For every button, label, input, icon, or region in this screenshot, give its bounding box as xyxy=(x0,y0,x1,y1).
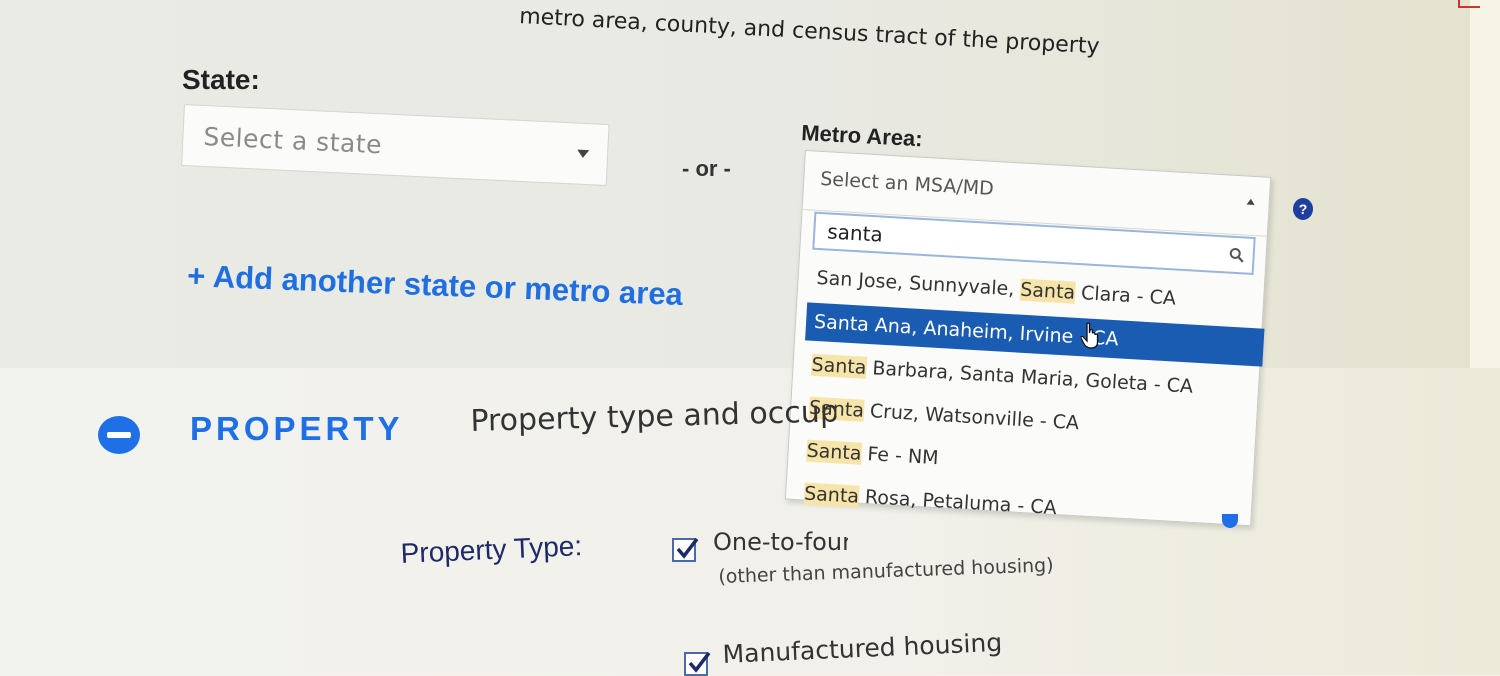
metro-option-text: Cruz, Watsonville - CA xyxy=(863,399,1080,435)
metro-option-text: Rosa, Petaluma - CA xyxy=(858,485,1058,520)
metro-area-select[interactable]: Select an MSA/MD San Jose, Sunnyvale, Sa… xyxy=(784,150,1272,527)
search-icon xyxy=(1229,247,1244,263)
metro-option-match: Santa xyxy=(813,310,870,336)
metro-option-match: Santa xyxy=(803,482,860,508)
metro-select-placeholder: Select an MSA/MD xyxy=(819,167,995,200)
state-select-placeholder: Select a state xyxy=(202,121,383,159)
metro-option-text: San Jose, Sunnyvale, xyxy=(816,266,1021,301)
metro-option-match: Santa xyxy=(1019,278,1076,304)
hand-cursor-icon xyxy=(1080,322,1099,349)
checkbox-manufactured-housing[interactable] xyxy=(684,651,711,676)
location-section xyxy=(0,0,1500,368)
metro-results-list: San Jose, Sunnyvale, Santa Clara - CA San… xyxy=(795,256,1265,541)
collapse-minus-icon[interactable] xyxy=(98,416,140,454)
metro-option-text: Clara - CA xyxy=(1074,281,1177,310)
property-section-title: PROPERTY xyxy=(190,410,404,447)
page-edge xyxy=(1470,0,1500,368)
state-label: State: xyxy=(182,64,260,95)
option-one-to-four-label: One-to-four xyxy=(713,528,848,556)
chevron-up-icon xyxy=(1246,198,1255,205)
or-separator: - or - xyxy=(682,156,731,181)
metro-option-match: Santa xyxy=(811,353,868,379)
chevron-down-icon xyxy=(576,149,590,159)
checkbox-checked-icon xyxy=(676,537,699,559)
help-icon[interactable]: ? xyxy=(1293,198,1313,220)
metro-option-match: Santa xyxy=(806,439,863,465)
checkbox-checked-icon xyxy=(688,651,711,673)
metro-option-text: Barbara, Santa Maria, Goleta - CA xyxy=(865,356,1194,398)
checkbox-one-to-four[interactable] xyxy=(672,537,699,562)
window-corner xyxy=(1458,0,1480,8)
metro-option-text: Fe - NM xyxy=(860,442,940,470)
